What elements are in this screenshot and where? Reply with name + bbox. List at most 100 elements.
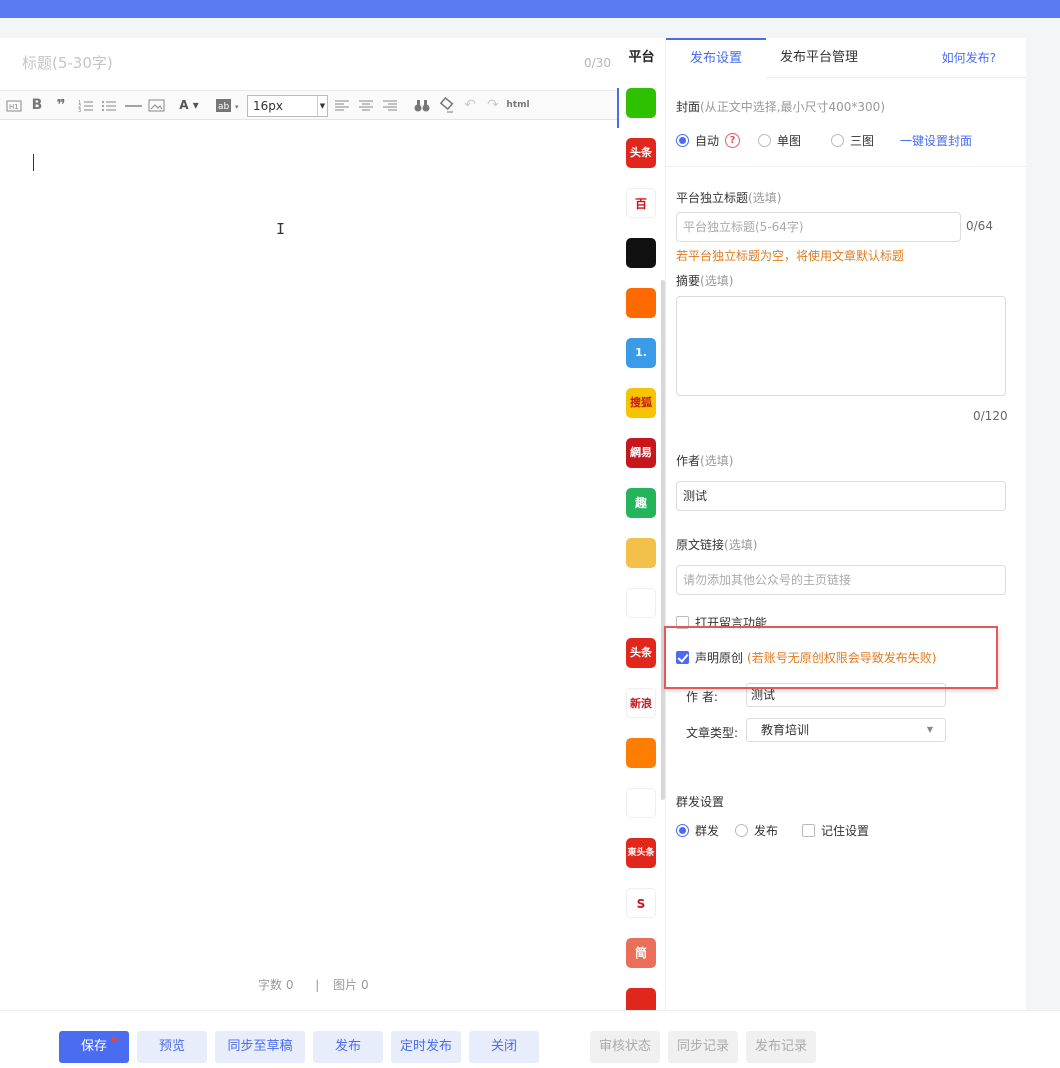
qq-icon[interactable] xyxy=(626,238,656,268)
align-center-icon[interactable] xyxy=(358,97,374,114)
toutiao2-icon[interactable]: 头条 xyxy=(626,638,656,668)
publish-radio[interactable] xyxy=(735,824,749,837)
cover-single-label: 单图 xyxy=(777,134,802,148)
image-count: 图片 0 xyxy=(333,978,369,992)
sync-log-button[interactable]: 同步记录 xyxy=(668,1031,738,1063)
comment-checkbox[interactable] xyxy=(676,616,689,629)
html-source-button[interactable]: html xyxy=(506,97,530,114)
weibo-icon[interactable] xyxy=(626,538,656,568)
close-button[interactable]: 关闭 xyxy=(469,1031,539,1063)
comment-option: 打开留言功能 xyxy=(676,614,767,631)
summary-count: 0/120 xyxy=(973,409,1008,423)
toutiao-icon[interactable]: 头条 xyxy=(626,138,656,168)
chevron-down-icon: ▼ xyxy=(926,725,933,734)
baijiahao-icon[interactable]: 百 xyxy=(626,188,656,218)
stats-separator: | xyxy=(315,978,320,992)
horizontal-rule-icon[interactable] xyxy=(125,97,142,114)
mass-radio[interactable] xyxy=(676,824,689,837)
summary-text: 摘要 xyxy=(676,274,701,288)
article-type-value: 教育培训 xyxy=(761,723,810,737)
publish-log-button[interactable]: 发布记录 xyxy=(746,1031,816,1063)
author-input[interactable]: 测试 xyxy=(676,481,1006,511)
optional-hint: (选填) xyxy=(748,191,782,205)
remember-label: 记住设置 xyxy=(821,824,870,838)
mass-settings-text: 群发设置 xyxy=(676,795,725,809)
save-button[interactable]: 保存 xyxy=(59,1031,129,1063)
sina-icon[interactable]: 新浪 xyxy=(626,688,656,718)
article-type-label: 文章类型: xyxy=(686,726,739,740)
author-text: 作者 xyxy=(676,454,701,468)
heading-icon[interactable]: H1 xyxy=(6,97,22,114)
editor-toolbar: H1 B ❞ 123 A ▾ ab ▾ 16px ▼ ↶ ↷ html xyxy=(0,90,617,120)
help-icon[interactable]: ? xyxy=(725,133,741,148)
mass-options: 群发 发布 记住设置 xyxy=(676,822,869,839)
aiqiyi-icon[interactable] xyxy=(626,588,656,618)
title-row: 标题(5-30字) 0/30 xyxy=(0,38,617,88)
zhihu-icon[interactable] xyxy=(626,738,656,768)
preview-button[interactable]: 预览 xyxy=(137,1031,207,1063)
cover-options: 自动 ? 单图 三图 一键设置封面 xyxy=(676,132,972,149)
editor-area[interactable]: 标题(5-30字) 0/30 H1 B ❞ 123 A ▾ ab ▾ 16px ▼ xyxy=(0,38,617,1010)
platform-scrollbar[interactable] xyxy=(661,280,665,800)
cover-auto-radio[interactable] xyxy=(676,134,689,147)
publish-button[interactable]: 发布 xyxy=(313,1031,383,1063)
review-status-button[interactable]: 审核状态 xyxy=(590,1031,660,1063)
clear-format-icon[interactable] xyxy=(438,97,454,114)
one-click-cover-link[interactable]: 一键设置封面 xyxy=(900,132,972,149)
font-color-icon[interactable]: A ▾ xyxy=(176,97,202,114)
tab-platform-management[interactable]: 发布平台管理 xyxy=(780,38,858,78)
platform-header: 平台 xyxy=(628,50,655,65)
dayu-icon[interactable] xyxy=(626,288,656,318)
dongtoutiao-icon[interactable]: 東头条 xyxy=(626,838,656,868)
font-size-value: 16px xyxy=(253,99,283,113)
sync-draft-button[interactable]: 同步至草稿 xyxy=(215,1031,305,1063)
ordered-list-icon[interactable]: 123 xyxy=(78,97,94,114)
title-input[interactable]: 标题(5-30字) xyxy=(22,52,113,73)
source-link-input[interactable]: 请勿添加其他公众号的主页链接 xyxy=(676,565,1006,595)
platform-active-indicator xyxy=(617,88,619,128)
article-type-select[interactable]: 教育培训 ▼ xyxy=(746,718,946,742)
original-warning: (若账号无原创权限会导致发布失败) xyxy=(747,651,937,665)
quote-icon[interactable]: ❞ xyxy=(53,97,69,114)
jianshu-icon[interactable]: 简 xyxy=(626,938,656,968)
optional-hint: (选填) xyxy=(724,538,758,552)
fenghuang-icon[interactable] xyxy=(626,788,656,818)
redo-icon[interactable]: ↷ xyxy=(485,97,501,114)
bottom-action-bar: 保存 预览 同步至草稿 发布 定时发布 关闭 审核状态 同步记录 发布记录 xyxy=(0,1010,1060,1068)
undo-icon[interactable]: ↶ xyxy=(462,97,478,114)
original-author-label: 作 者: xyxy=(686,690,718,704)
wechat-icon[interactable] xyxy=(626,88,656,118)
highlight-icon[interactable]: ab ▾ xyxy=(216,97,244,114)
svg-text:ab: ab xyxy=(218,102,230,112)
find-replace-icon[interactable] xyxy=(414,97,430,114)
tab-publish-settings[interactable]: 发布设置 xyxy=(666,38,766,78)
image-icon[interactable] xyxy=(148,97,165,114)
cover-single-radio[interactable] xyxy=(758,134,772,147)
remember-checkbox[interactable] xyxy=(802,824,816,837)
platform-title-warning: 若平台独立标题为空，将使用文章默认标题 xyxy=(676,249,905,263)
panel-tabs: 发布设置 发布平台管理 如何发布? xyxy=(666,38,1026,78)
yidian-icon[interactable]: 1. xyxy=(626,338,656,368)
editor-stats: 字数 0 | 图片 0 xyxy=(258,976,377,993)
original-checkbox[interactable] xyxy=(676,651,689,664)
schedule-button[interactable]: 定时发布 xyxy=(391,1031,461,1063)
how-to-publish-link[interactable]: 如何发布? xyxy=(942,38,996,78)
original-author-input[interactable]: 测试 xyxy=(746,683,946,707)
svg-text:▾: ▾ xyxy=(235,103,239,111)
unordered-list-icon[interactable] xyxy=(101,97,117,114)
cover-auto-label: 自动 xyxy=(695,134,720,148)
cover-triple-radio[interactable] xyxy=(831,134,845,147)
bold-icon[interactable]: B xyxy=(30,97,44,114)
netease-icon[interactable]: 網易 xyxy=(626,438,656,468)
cover-triple-label: 三图 xyxy=(850,134,875,148)
platform-title-input[interactable]: 平台独立标题(5-64字) xyxy=(676,212,961,242)
summary-textarea[interactable] xyxy=(676,296,1006,396)
qutoutiao-icon[interactable]: 趣 xyxy=(626,488,656,518)
font-size-select[interactable]: 16px ▼ xyxy=(247,95,328,117)
align-left-icon[interactable] xyxy=(334,97,350,114)
align-right-icon[interactable] xyxy=(382,97,398,114)
author-label: 作者(选填) xyxy=(676,452,733,469)
sougou-icon[interactable]: S xyxy=(626,888,656,918)
sohu-icon[interactable]: 搜狐 xyxy=(626,388,656,418)
summary-label: 摘要(选填) xyxy=(676,272,733,289)
